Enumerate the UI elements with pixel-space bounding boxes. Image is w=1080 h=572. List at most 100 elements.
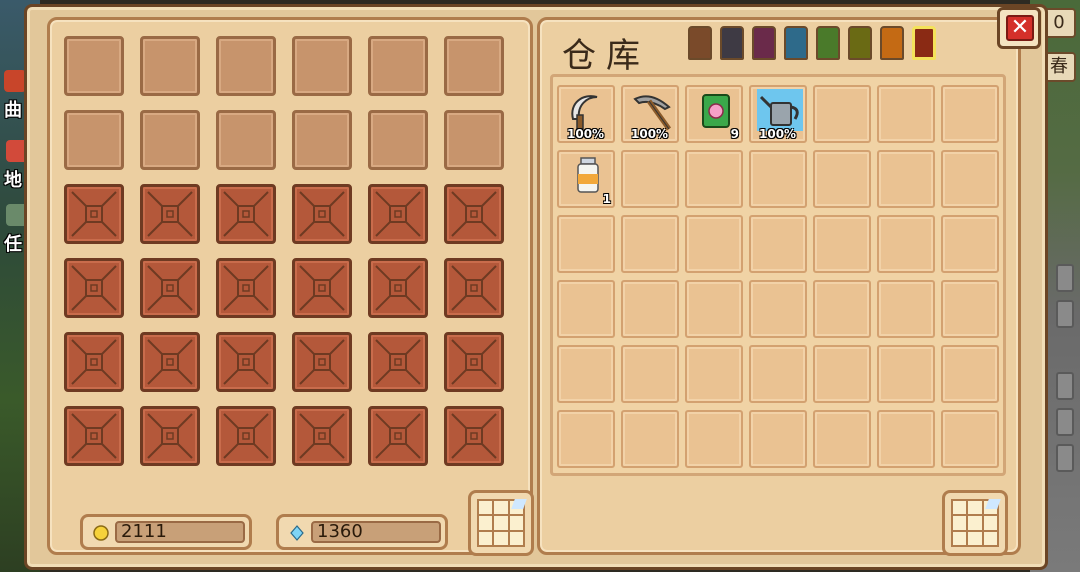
storage-slot[interactable] (813, 345, 871, 403)
locked-slot-icon (375, 413, 421, 459)
storage-slot[interactable] (941, 150, 999, 208)
locked-slot-icon (223, 265, 269, 311)
storage-slot[interactable]: 100% (557, 85, 615, 143)
storage-slot[interactable] (813, 150, 871, 208)
side-tab-2[interactable]: 地 (4, 166, 22, 192)
storage-slot[interactable] (941, 280, 999, 338)
storage-slot[interactable] (621, 215, 679, 273)
stone-block (1056, 264, 1074, 292)
locked-slot-icon (223, 191, 269, 237)
bag-slot[interactable] (140, 110, 200, 170)
storage-slot[interactable]: 100% (749, 85, 807, 143)
locked-bag-slot (64, 258, 124, 318)
storage-tab-2[interactable] (720, 26, 744, 60)
storage-slot[interactable] (877, 345, 935, 403)
inventory-window: 2111 1360 仓库 100% 100% 9 100% 1 ✕ (24, 4, 1048, 570)
storage-sort-button[interactable] (942, 490, 1008, 556)
storage-slot[interactable] (813, 215, 871, 273)
bag-slot[interactable] (444, 110, 504, 170)
bag-slot[interactable] (444, 36, 504, 96)
storage-slot[interactable]: 1 (557, 150, 615, 208)
locked-bag-slot (64, 406, 124, 466)
storage-slot[interactable] (877, 280, 935, 338)
storage-slot[interactable] (621, 410, 679, 468)
storage-tab-4[interactable] (784, 26, 808, 60)
locked-bag-slot (292, 258, 352, 318)
storage-slot[interactable] (749, 280, 807, 338)
storage-slot[interactable] (877, 150, 935, 208)
locked-bag-slot (368, 406, 428, 466)
storage-tab-7[interactable] (880, 26, 904, 60)
bag-slot[interactable] (216, 36, 276, 96)
storage-slot[interactable] (557, 280, 615, 338)
storage-tab-6[interactable] (848, 26, 872, 60)
storage-slot[interactable] (813, 85, 871, 143)
bag-slot[interactable] (64, 110, 124, 170)
storage-slot[interactable] (877, 410, 935, 468)
storage-tab-5[interactable] (816, 26, 840, 60)
locked-slot-icon (299, 191, 345, 237)
storage-slot[interactable] (941, 410, 999, 468)
coin-amount: 2111 (115, 521, 245, 543)
storage-slot[interactable] (685, 280, 743, 338)
storage-slot[interactable] (941, 345, 999, 403)
locked-slot-icon (71, 339, 117, 385)
locked-bag-slot (216, 406, 276, 466)
locked-bag-slot (292, 332, 352, 392)
storage-slot[interactable] (877, 215, 935, 273)
storage-slot[interactable] (557, 215, 615, 273)
storage-tab-1[interactable] (688, 26, 712, 60)
locked-bag-slot (140, 184, 200, 244)
stone-block (1056, 372, 1074, 400)
bag-slot[interactable] (292, 36, 352, 96)
milk-bottle-icon (577, 157, 599, 193)
storage-slot[interactable] (685, 215, 743, 273)
side-tab-1[interactable]: 曲 (4, 96, 22, 122)
storage-slot[interactable]: 9 (685, 85, 743, 143)
storage-slot[interactable] (621, 345, 679, 403)
locked-slot-icon (147, 191, 193, 237)
locked-bag-slot (140, 406, 200, 466)
storage-slot[interactable] (749, 215, 807, 273)
storage-slot[interactable] (749, 150, 807, 208)
storage-slot[interactable] (749, 345, 807, 403)
storage-slot[interactable]: 100% (621, 85, 679, 143)
bag-slot[interactable] (64, 36, 124, 96)
locked-slot-icon (147, 413, 193, 459)
side-tab-3[interactable]: 任 (4, 230, 22, 256)
pickaxe-icon (633, 95, 672, 131)
storage-slot[interactable] (941, 215, 999, 273)
locked-bag-slot (444, 258, 504, 318)
locked-slot-icon (147, 339, 193, 385)
storage-slot[interactable] (557, 410, 615, 468)
locked-slot-icon (223, 339, 269, 385)
storage-color-tabs (688, 26, 936, 60)
storage-slot[interactable] (621, 280, 679, 338)
side-icon-1[interactable] (4, 70, 26, 92)
close-button[interactable]: ✕ (997, 7, 1041, 49)
locked-bag-slot (368, 184, 428, 244)
sickle-icon (571, 95, 598, 130)
bag-slot[interactable] (140, 36, 200, 96)
storage-slot[interactable] (941, 85, 999, 143)
storage-slot[interactable] (621, 150, 679, 208)
bag-slot[interactable] (368, 36, 428, 96)
storage-slot[interactable] (685, 345, 743, 403)
storage-tab-3[interactable] (752, 26, 776, 60)
storage-slot[interactable] (813, 280, 871, 338)
locked-bag-slot (368, 258, 428, 318)
locked-bag-slot (140, 332, 200, 392)
bag-slot[interactable] (292, 110, 352, 170)
storage-slot[interactable] (877, 85, 935, 143)
storage-slot[interactable] (813, 410, 871, 468)
bag-slot[interactable] (216, 110, 276, 170)
bag-slot[interactable] (368, 110, 428, 170)
bag-sort-button[interactable] (468, 490, 534, 556)
storage-tab-8[interactable] (912, 26, 936, 60)
locked-bag-slot (216, 184, 276, 244)
storage-slot[interactable] (749, 410, 807, 468)
storage-slot[interactable] (685, 410, 743, 468)
locked-slot-icon (71, 265, 117, 311)
storage-slot[interactable] (685, 150, 743, 208)
storage-slot[interactable] (557, 345, 615, 403)
